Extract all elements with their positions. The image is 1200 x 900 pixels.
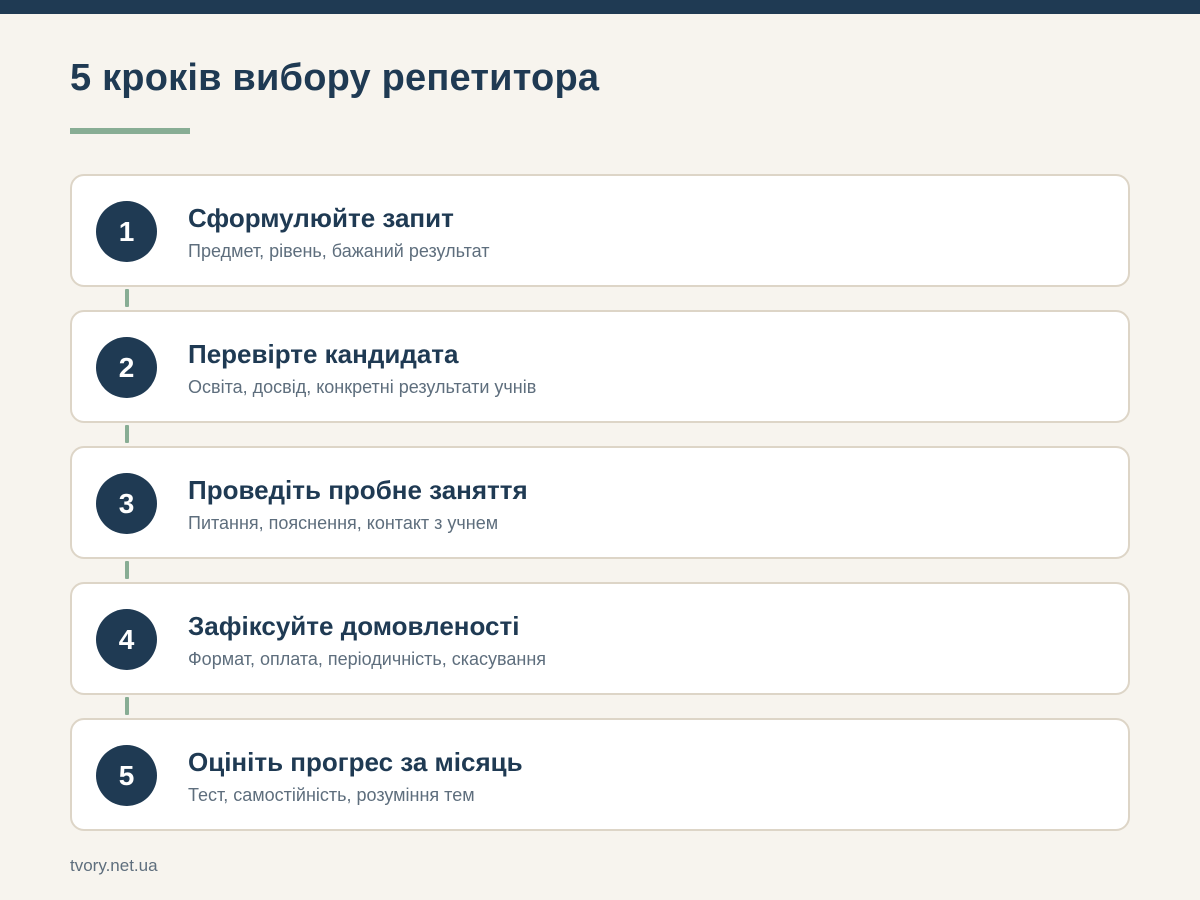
step-card-4: 4 Зафіксуйте домовленості Формат, оплата…	[70, 582, 1130, 715]
step-description: Питання, пояснення, контакт з учнем	[188, 513, 499, 533]
step-description: Предмет, рівень, бажаний результат	[188, 241, 490, 261]
step-number-badge: 1	[96, 201, 157, 262]
step-title: Оцініть прогрес за місяць	[188, 747, 523, 777]
step-card-2: 2 Перевірте кандидата Освіта, досвід, ко…	[70, 310, 1130, 443]
step-description: Тест, самостійність, розуміння тем	[188, 785, 475, 805]
step-connector	[125, 697, 129, 715]
page-title: 5 кроків вибору репетитора	[70, 57, 600, 99]
step-connector	[125, 425, 129, 443]
step-connector	[125, 289, 129, 307]
step-card-1: 1 Сформулюйте запит Предмет, рівень, баж…	[70, 174, 1130, 307]
step-connector	[125, 561, 129, 579]
top-bar	[0, 0, 1200, 14]
step-number-badge: 4	[96, 609, 157, 670]
step-description: Освіта, досвід, конкретні результати учн…	[188, 377, 537, 397]
footer-source: tvory.net.ua	[70, 856, 158, 875]
step-number-badge: 2	[96, 337, 157, 398]
step-number-badge: 3	[96, 473, 157, 534]
steps-list: 1 Сформулюйте запит Предмет, рівень, баж…	[70, 174, 1130, 831]
step-number-badge: 5	[96, 745, 157, 806]
step-title: Перевірте кандидата	[188, 339, 459, 369]
step-title: Проведіть пробне заняття	[188, 475, 528, 505]
step-description: Формат, оплата, періодичність, скасуванн…	[188, 649, 547, 669]
step-card-3: 3 Проведіть пробне заняття Питання, пояс…	[70, 446, 1130, 579]
step-title: Сформулюйте запит	[188, 203, 454, 233]
title-accent-line	[70, 128, 190, 134]
step-title: Зафіксуйте домовленості	[188, 611, 520, 641]
step-card-5: 5 Оцініть прогрес за місяць Тест, самост…	[70, 718, 1130, 831]
